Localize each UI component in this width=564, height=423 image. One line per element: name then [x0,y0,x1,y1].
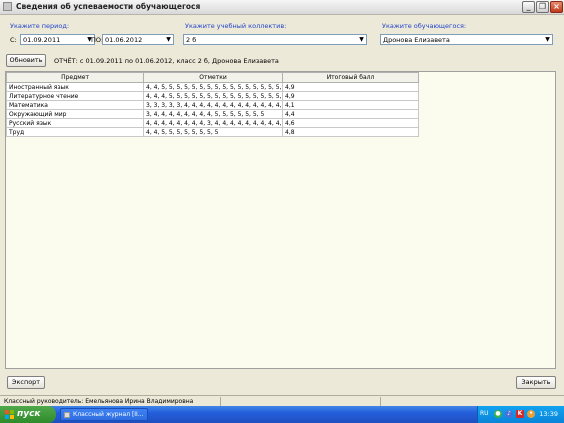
window-title: Сведения об успеваемости обучающегося [16,2,201,11]
network-icon[interactable]: ● [494,410,502,418]
start-button[interactable]: пуск [0,406,56,423]
status-text: Классный руководитель: Емельянова Ирина … [4,398,194,405]
to-date-picker[interactable]: 01.06.2012 ▼ [102,34,174,45]
header-final-score[interactable]: Итоговый балл [282,72,419,83]
final-score-cell: 4,9 [282,91,419,101]
final-score-cell: 4,8 [282,127,419,137]
table-row[interactable]: Русский язык 4, 4, 4, 4, 4, 4, 4, 4, 3, … [6,118,419,128]
antivirus-icon[interactable]: K [516,410,524,418]
student-label: Укажите обучающегося: [382,22,467,30]
header-marks[interactable]: Отметки [143,72,283,83]
restore-icon: ❐ [538,2,547,11]
minimize-icon: _ [526,2,531,11]
student-group: Укажите обучающегося: Дронова Елизавета … [380,22,556,48]
collective-group: Укажите учебный коллектив: 2 б ▼ [183,22,373,48]
collective-label: Укажите учебный коллектив: [185,22,287,30]
from-label: С: [10,36,17,44]
table-row[interactable]: Иностранный язык 4, 4, 5, 5, 5, 5, 5, 5,… [6,82,419,92]
report-caption: ОТЧЁТ: с 01.09.2011 по 01.06.2012, класс… [54,57,279,65]
collective-select[interactable]: 2 б ▼ [183,34,367,45]
grades-table: Предмет Отметки Итоговый балл Иностранны… [6,72,419,137]
marks-cell: 4, 4, 5, 5, 5, 5, 5, 5, 5, 5 [143,127,283,137]
subject-cell: Математика [6,100,144,110]
student-value: Дронова Елизавета [383,36,450,44]
dropdown-arrow-icon[interactable]: ▼ [164,35,173,44]
status-divider [380,397,381,406]
taskbar-item-label: Классный журнал [II... [73,411,144,418]
collective-value: 2 б [186,36,197,44]
refresh-button[interactable]: Обновить [6,54,46,67]
student-select[interactable]: Дронова Елизавета ▼ [380,34,553,45]
to-date-value: 01.06.2012 [105,36,143,44]
status-divider [220,397,221,406]
subject-cell: Русский язык [6,118,144,128]
windows-logo-icon [5,410,14,419]
final-score-cell: 4,4 [282,109,419,119]
final-score-cell: 4,1 [282,100,419,110]
subject-cell: Окружающий мир [6,109,144,119]
title-bar[interactable]: Сведения об успеваемости обучающегося _ … [0,0,564,15]
table-row[interactable]: Окружающий мир 3, 4, 4, 4, 4, 4, 4, 4, 4… [6,109,419,119]
table-row[interactable]: Математика 3, 3, 3, 3, 3, 4, 4, 4, 4, 4,… [6,100,419,110]
header-subject[interactable]: Предмет [6,72,144,83]
marks-cell: 4, 4, 5, 5, 5, 5, 5, 5, 5, 5, 5, 5, 5, 5… [143,82,283,92]
grades-grid[interactable]: Предмет Отметки Итоговый балл Иностранны… [5,71,556,369]
from-date-value: 01.09.2011 [23,36,61,44]
system-tray: RU ● ♪ K • 13:39 [477,406,564,423]
subject-cell: Литературное чтение [6,91,144,101]
start-label: пуск [17,409,41,419]
period-label: Укажите период: [10,22,70,30]
main-window: Сведения об успеваемости обучающегося _ … [0,0,564,407]
dropdown-arrow-icon[interactable]: ▼ [543,35,552,44]
maximize-button[interactable]: ❐ [536,1,549,13]
close-button[interactable]: Закрыть [516,376,556,389]
marks-cell: 4, 4, 4, 4, 4, 4, 4, 4, 3, 4, 4, 4, 4, 4… [143,118,283,128]
app-icon [3,2,12,11]
close-window-button[interactable]: × [550,1,563,13]
table-header-row: Предмет Отметки Итоговый балл [6,72,419,83]
marks-cell: 3, 4, 4, 4, 4, 4, 4, 4, 4, 5, 5, 5, 5, 5… [143,109,283,119]
final-score-cell: 4,9 [282,82,419,92]
period-group: Укажите период: С: 01.09.2011 ▼ ПО: 01.0… [8,22,178,48]
marks-cell: 3, 3, 3, 3, 3, 4, 4, 4, 4, 4, 4, 4, 4, 4… [143,100,283,110]
table-row[interactable]: Литературное чтение 4, 4, 4, 5, 5, 5, 5,… [6,91,419,101]
dropdown-arrow-icon[interactable]: ▼ [357,35,366,44]
marks-cell: 4, 4, 4, 5, 5, 5, 5, 5, 5, 5, 5, 5, 5, 5… [143,91,283,101]
clock: 13:39 [539,410,558,418]
app-icon [64,412,70,418]
subject-cell: Труд [6,127,144,137]
minimize-button[interactable]: _ [522,1,535,13]
from-date-picker[interactable]: 01.09.2011 ▼ [20,34,95,45]
table-row[interactable]: Труд 4, 4, 5, 5, 5, 5, 5, 5, 5, 5 4,8 [6,127,419,137]
volume-icon[interactable]: ♪ [505,410,513,418]
tray-app-icon[interactable]: • [527,410,535,418]
subject-cell: Иностранный язык [6,82,144,92]
close-icon: × [553,2,560,11]
taskbar: пуск Классный журнал [II... RU ● ♪ K • 1… [0,406,564,423]
taskbar-item-journal[interactable]: Классный журнал [II... [60,408,148,421]
language-indicator[interactable]: RU [480,410,489,417]
final-score-cell: 4,6 [282,118,419,128]
export-button[interactable]: Экспорт [7,376,45,389]
